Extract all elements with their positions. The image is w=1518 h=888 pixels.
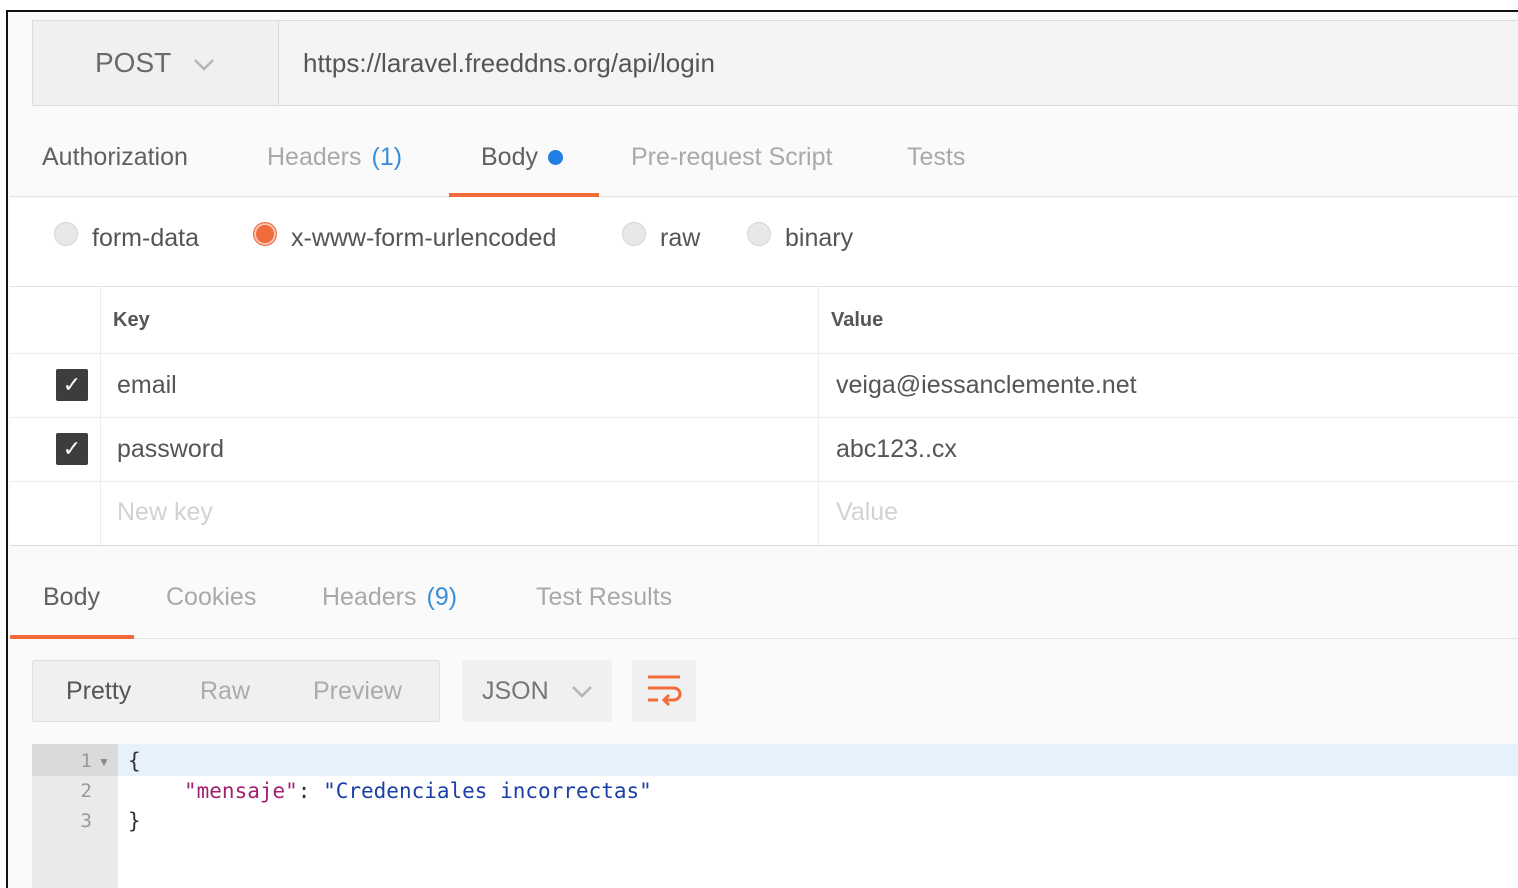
new-key-input[interactable]: New key [117,481,213,543]
http-method-dropdown[interactable]: POST [33,21,279,105]
radio-selected-icon [253,222,277,246]
tab-body[interactable]: Body [481,118,563,196]
radio-label: binary [785,223,854,252]
headers-count-badge: (9) [426,582,458,611]
tab-label: Cookies [166,582,257,611]
tab-pre-request-script[interactable]: Pre-request Script [631,118,832,196]
chevron-down-icon [193,47,215,79]
code-line-2: "mensaje": "Credenciales incorrectas" [184,779,652,803]
new-row: New key Value [10,481,1518,543]
active-line-highlight [118,744,1518,776]
json-brace: { [128,749,141,773]
radio-label: raw [660,223,701,252]
key-input[interactable]: email [117,353,177,417]
radio-binary[interactable]: binary [747,218,853,258]
table-row: ✓ email veiga@iessanclemente.net [10,353,1518,418]
line-number: 2 [80,780,92,802]
table-header-row: Key Value [10,287,1518,354]
request-url-bar: POST https://laravel.freeddns.org/api/lo… [32,20,1518,106]
wrap-lines-button[interactable] [632,660,696,722]
body-type-selector: form-data x-www-form-urlencoded raw bina… [10,198,1518,286]
headers-count-badge: (1) [371,142,403,171]
json-key: "mensaje" [184,779,298,803]
tab-authorization[interactable]: Authorization [42,118,188,196]
view-pretty-button[interactable]: Pretty [66,661,131,721]
radio-circle-icon [622,222,646,246]
key-column-header: Key [113,308,150,331]
tab-label: Test Results [536,582,673,611]
url-input[interactable]: https://laravel.freeddns.org/api/login [303,21,715,105]
radio-label: form-data [92,223,199,252]
tab-label: Authorization [42,142,188,171]
format-dropdown[interactable]: JSON [462,660,612,722]
radio-form-data[interactable]: form-data [54,218,199,258]
value-column-header: Value [831,308,884,331]
code-line-3: } [128,809,141,833]
radio-circle-icon [747,222,771,246]
value-input[interactable]: veiga@iessanclemente.net [836,353,1137,417]
checkbox-checked-icon[interactable]: ✓ [56,433,88,465]
active-tab-indicator [10,635,134,639]
tab-response-headers[interactable]: Headers (9) [322,556,457,638]
tab-label: Body [43,582,100,611]
view-raw-button[interactable]: Raw [200,661,250,721]
radio-circle-icon [54,222,78,246]
tab-response-body[interactable]: Body [43,556,100,638]
new-value-input[interactable]: Value [836,481,898,543]
format-label: JSON [482,676,549,705]
tab-label: Headers [267,142,362,171]
tab-cookies[interactable]: Cookies [166,556,256,638]
tab-label: Headers [322,582,417,611]
response-tabs: Body Cookies Headers (9) Test Results [10,556,1518,639]
request-tabs: Authorization Headers (1) Body Pre-reque… [10,118,1518,197]
tab-label: Pre-request Script [631,142,833,171]
view-mode-segmented-control: Pretty Raw Preview [32,660,440,722]
tab-label: Tests [907,142,966,171]
value-input[interactable]: abc123..cx [836,417,957,481]
response-body-editor[interactable]: 1 ▼ 2 3 { "mensaje": "Credenciales incor… [32,744,1518,888]
radio-label: x-www-form-urlencoded [291,223,557,252]
fold-arrow-icon[interactable]: ▼ [98,755,110,769]
checkbox-checked-icon[interactable]: ✓ [56,369,88,401]
table-row: ✓ password abc123..cx [10,417,1518,482]
key-input[interactable]: password [117,417,224,481]
view-preview-button[interactable]: Preview [313,661,402,721]
tab-label: Body [481,142,538,171]
json-brace: } [128,809,141,833]
wrap-lines-icon [645,672,683,711]
body-modified-dot-icon [547,149,563,165]
code-line-1: { [128,749,141,773]
chevron-down-icon [571,677,593,706]
json-separator: : [297,779,324,803]
params-table: Key Value ✓ email veiga@iessanclemente.n… [10,286,1518,546]
active-tab-indicator [449,193,599,197]
tab-headers[interactable]: Headers (1) [267,118,402,196]
json-string-value: "Credenciales incorrectas" [323,779,652,803]
radio-raw[interactable]: raw [622,218,700,258]
radio-x-www-form-urlencoded[interactable]: x-www-form-urlencoded [253,218,556,258]
line-number: 1 [80,750,92,772]
tab-tests[interactable]: Tests [907,118,965,196]
tab-test-results[interactable]: Test Results [536,556,672,638]
method-label: POST [95,47,172,78]
line-number: 3 [80,810,92,832]
